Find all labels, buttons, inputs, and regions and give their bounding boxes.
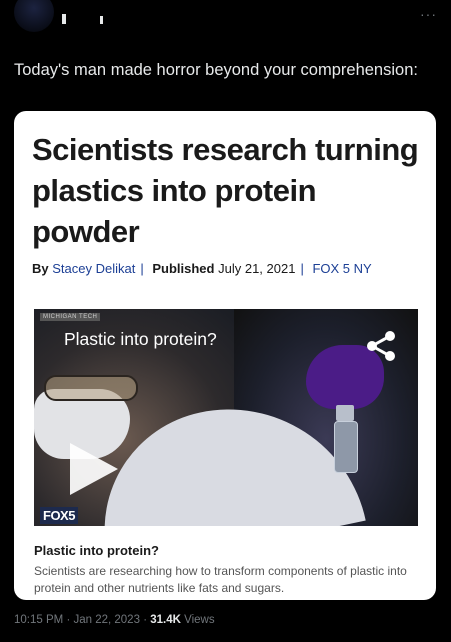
share-icon[interactable] [364,329,398,363]
video-source-tag: MICHIGAN TECH [40,313,101,321]
handle-fragment[interactable] [100,16,103,24]
article-card[interactable]: Scientists research turning plastics int… [14,111,436,600]
more-options-icon[interactable]: ··· [420,6,437,22]
tweet-date[interactable]: Jan 22, 2023 [73,614,140,626]
avatar[interactable] [14,0,54,32]
tweet-time[interactable]: 10:15 PM [14,614,63,626]
byline-by-label: By [32,261,49,276]
video-caption-text: Scientists are researching how to transf… [34,564,407,595]
byline-separator: | [300,261,304,276]
play-icon[interactable] [64,441,120,497]
article-byline: By Stacey Delikat | Published July 21, 20… [32,261,372,276]
views-count: 31.4K [150,614,181,626]
tweet-header: ··· [0,0,451,52]
video-player[interactable]: MICHIGAN TECH Plastic into protein? FOX5 [34,309,418,526]
article-headline[interactable]: Scientists research turning plastics int… [32,129,422,252]
vial-cap-shape [336,405,354,421]
tweet-text: Today's man made horror beyond your comp… [14,61,418,79]
published-label: Published [152,261,215,276]
tweet-meta: 10:15 PM · Jan 22, 2023 · 31.4K Views [14,614,215,626]
views-label: Views [184,614,215,626]
video-overlay-title: Plastic into protein? [64,329,217,349]
outlet-link[interactable]: FOX 5 NY [312,261,371,276]
video-caption-title: Plastic into protein? [34,543,159,558]
display-name-fragment[interactable] [62,14,66,24]
fox5-logo: FOX5 [40,507,78,524]
byline-separator: | [140,261,144,276]
goggles-shape [44,375,138,401]
published-date: July 21, 2021 [218,261,296,276]
author-link[interactable]: Stacey Delikat [52,261,135,276]
vial-shape [334,421,358,473]
